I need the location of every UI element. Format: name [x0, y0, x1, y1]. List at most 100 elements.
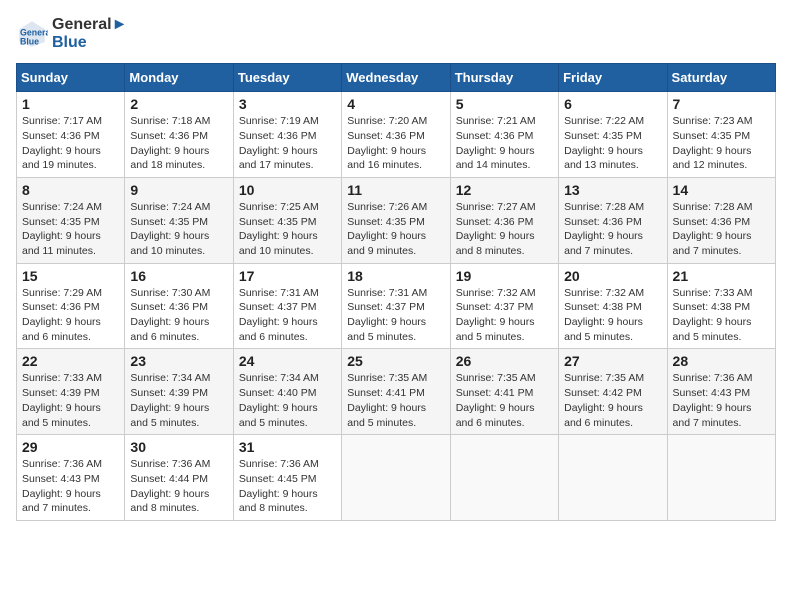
calendar-cell: [342, 435, 450, 521]
day-number: 19: [456, 268, 553, 284]
day-number: 11: [347, 182, 444, 198]
calendar-cell: 20 Sunrise: 7:32 AM Sunset: 4:38 PM Dayl…: [559, 263, 667, 349]
weekday-header-thursday: Thursday: [450, 64, 558, 92]
day-number: 10: [239, 182, 336, 198]
day-info: Sunrise: 7:34 AM Sunset: 4:40 PM Dayligh…: [239, 371, 336, 430]
day-info: Sunrise: 7:33 AM Sunset: 4:39 PM Dayligh…: [22, 371, 119, 430]
day-number: 13: [564, 182, 661, 198]
day-info: Sunrise: 7:35 AM Sunset: 4:41 PM Dayligh…: [456, 371, 553, 430]
calendar-cell: 30 Sunrise: 7:36 AM Sunset: 4:44 PM Dayl…: [125, 435, 233, 521]
calendar-cell: 4 Sunrise: 7:20 AM Sunset: 4:36 PM Dayli…: [342, 92, 450, 178]
calendar-cell: 29 Sunrise: 7:36 AM Sunset: 4:43 PM Dayl…: [17, 435, 125, 521]
calendar-cell: 13 Sunrise: 7:28 AM Sunset: 4:36 PM Dayl…: [559, 177, 667, 263]
calendar-header: SundayMondayTuesdayWednesdayThursdayFrid…: [17, 64, 776, 92]
day-number: 21: [673, 268, 770, 284]
day-number: 31: [239, 439, 336, 455]
weekday-header-wednesday: Wednesday: [342, 64, 450, 92]
calendar-week-4: 22 Sunrise: 7:33 AM Sunset: 4:39 PM Dayl…: [17, 349, 776, 435]
calendar-cell: 5 Sunrise: 7:21 AM Sunset: 4:36 PM Dayli…: [450, 92, 558, 178]
calendar-cell: 27 Sunrise: 7:35 AM Sunset: 4:42 PM Dayl…: [559, 349, 667, 435]
calendar-cell: [450, 435, 558, 521]
day-info: Sunrise: 7:36 AM Sunset: 4:43 PM Dayligh…: [673, 371, 770, 430]
weekday-header-sunday: Sunday: [17, 64, 125, 92]
calendar-cell: 16 Sunrise: 7:30 AM Sunset: 4:36 PM Dayl…: [125, 263, 233, 349]
calendar-cell: 12 Sunrise: 7:27 AM Sunset: 4:36 PM Dayl…: [450, 177, 558, 263]
day-info: Sunrise: 7:25 AM Sunset: 4:35 PM Dayligh…: [239, 200, 336, 259]
day-info: Sunrise: 7:28 AM Sunset: 4:36 PM Dayligh…: [673, 200, 770, 259]
calendar-cell: 28 Sunrise: 7:36 AM Sunset: 4:43 PM Dayl…: [667, 349, 775, 435]
day-info: Sunrise: 7:36 AM Sunset: 4:45 PM Dayligh…: [239, 457, 336, 516]
day-info: Sunrise: 7:18 AM Sunset: 4:36 PM Dayligh…: [130, 114, 227, 173]
day-info: Sunrise: 7:36 AM Sunset: 4:43 PM Dayligh…: [22, 457, 119, 516]
day-info: Sunrise: 7:32 AM Sunset: 4:37 PM Dayligh…: [456, 286, 553, 345]
calendar-week-3: 15 Sunrise: 7:29 AM Sunset: 4:36 PM Dayl…: [17, 263, 776, 349]
calendar-cell: 26 Sunrise: 7:35 AM Sunset: 4:41 PM Dayl…: [450, 349, 558, 435]
calendar-cell: 19 Sunrise: 7:32 AM Sunset: 4:37 PM Dayl…: [450, 263, 558, 349]
page-header: General Blue General► Blue: [16, 16, 776, 51]
day-info: Sunrise: 7:32 AM Sunset: 4:38 PM Dayligh…: [564, 286, 661, 345]
calendar-cell: 24 Sunrise: 7:34 AM Sunset: 4:40 PM Dayl…: [233, 349, 341, 435]
calendar-week-1: 1 Sunrise: 7:17 AM Sunset: 4:36 PM Dayli…: [17, 92, 776, 178]
day-number: 29: [22, 439, 119, 455]
calendar-cell: 23 Sunrise: 7:34 AM Sunset: 4:39 PM Dayl…: [125, 349, 233, 435]
calendar-cell: 1 Sunrise: 7:17 AM Sunset: 4:36 PM Dayli…: [17, 92, 125, 178]
calendar-cell: 8 Sunrise: 7:24 AM Sunset: 4:35 PM Dayli…: [17, 177, 125, 263]
day-number: 4: [347, 96, 444, 112]
weekday-header-tuesday: Tuesday: [233, 64, 341, 92]
day-info: Sunrise: 7:23 AM Sunset: 4:35 PM Dayligh…: [673, 114, 770, 173]
day-number: 12: [456, 182, 553, 198]
day-info: Sunrise: 7:26 AM Sunset: 4:35 PM Dayligh…: [347, 200, 444, 259]
calendar-cell: 22 Sunrise: 7:33 AM Sunset: 4:39 PM Dayl…: [17, 349, 125, 435]
day-info: Sunrise: 7:31 AM Sunset: 4:37 PM Dayligh…: [347, 286, 444, 345]
day-number: 6: [564, 96, 661, 112]
calendar-cell: 10 Sunrise: 7:25 AM Sunset: 4:35 PM Dayl…: [233, 177, 341, 263]
day-number: 18: [347, 268, 444, 284]
day-number: 30: [130, 439, 227, 455]
day-number: 14: [673, 182, 770, 198]
day-info: Sunrise: 7:29 AM Sunset: 4:36 PM Dayligh…: [22, 286, 119, 345]
day-info: Sunrise: 7:24 AM Sunset: 4:35 PM Dayligh…: [130, 200, 227, 259]
day-number: 8: [22, 182, 119, 198]
calendar-cell: [667, 435, 775, 521]
day-info: Sunrise: 7:19 AM Sunset: 4:36 PM Dayligh…: [239, 114, 336, 173]
day-number: 24: [239, 353, 336, 369]
day-info: Sunrise: 7:20 AM Sunset: 4:36 PM Dayligh…: [347, 114, 444, 173]
day-info: Sunrise: 7:31 AM Sunset: 4:37 PM Dayligh…: [239, 286, 336, 345]
day-info: Sunrise: 7:33 AM Sunset: 4:38 PM Dayligh…: [673, 286, 770, 345]
day-info: Sunrise: 7:36 AM Sunset: 4:44 PM Dayligh…: [130, 457, 227, 516]
day-number: 3: [239, 96, 336, 112]
day-info: Sunrise: 7:35 AM Sunset: 4:42 PM Dayligh…: [564, 371, 661, 430]
calendar-cell: 3 Sunrise: 7:19 AM Sunset: 4:36 PM Dayli…: [233, 92, 341, 178]
day-info: Sunrise: 7:21 AM Sunset: 4:36 PM Dayligh…: [456, 114, 553, 173]
day-number: 2: [130, 96, 227, 112]
day-number: 20: [564, 268, 661, 284]
calendar-cell: 18 Sunrise: 7:31 AM Sunset: 4:37 PM Dayl…: [342, 263, 450, 349]
logo-text: General► Blue: [52, 16, 127, 51]
calendar-cell: 25 Sunrise: 7:35 AM Sunset: 4:41 PM Dayl…: [342, 349, 450, 435]
day-info: Sunrise: 7:35 AM Sunset: 4:41 PM Dayligh…: [347, 371, 444, 430]
calendar-cell: 17 Sunrise: 7:31 AM Sunset: 4:37 PM Dayl…: [233, 263, 341, 349]
logo: General Blue General► Blue: [16, 16, 127, 51]
calendar-cell: 15 Sunrise: 7:29 AM Sunset: 4:36 PM Dayl…: [17, 263, 125, 349]
svg-text:Blue: Blue: [20, 36, 39, 46]
weekday-header-saturday: Saturday: [667, 64, 775, 92]
calendar-week-2: 8 Sunrise: 7:24 AM Sunset: 4:35 PM Dayli…: [17, 177, 776, 263]
day-number: 5: [456, 96, 553, 112]
day-number: 7: [673, 96, 770, 112]
calendar-cell: 9 Sunrise: 7:24 AM Sunset: 4:35 PM Dayli…: [125, 177, 233, 263]
logo-icon: General Blue: [16, 18, 48, 50]
day-info: Sunrise: 7:17 AM Sunset: 4:36 PM Dayligh…: [22, 114, 119, 173]
day-info: Sunrise: 7:34 AM Sunset: 4:39 PM Dayligh…: [130, 371, 227, 430]
weekday-header-monday: Monday: [125, 64, 233, 92]
day-number: 1: [22, 96, 119, 112]
day-number: 28: [673, 353, 770, 369]
day-number: 26: [456, 353, 553, 369]
day-info: Sunrise: 7:30 AM Sunset: 4:36 PM Dayligh…: [130, 286, 227, 345]
day-info: Sunrise: 7:27 AM Sunset: 4:36 PM Dayligh…: [456, 200, 553, 259]
day-number: 27: [564, 353, 661, 369]
calendar-cell: 11 Sunrise: 7:26 AM Sunset: 4:35 PM Dayl…: [342, 177, 450, 263]
weekday-header-friday: Friday: [559, 64, 667, 92]
calendar-table: SundayMondayTuesdayWednesdayThursdayFrid…: [16, 63, 776, 521]
day-number: 22: [22, 353, 119, 369]
calendar-cell: 21 Sunrise: 7:33 AM Sunset: 4:38 PM Dayl…: [667, 263, 775, 349]
